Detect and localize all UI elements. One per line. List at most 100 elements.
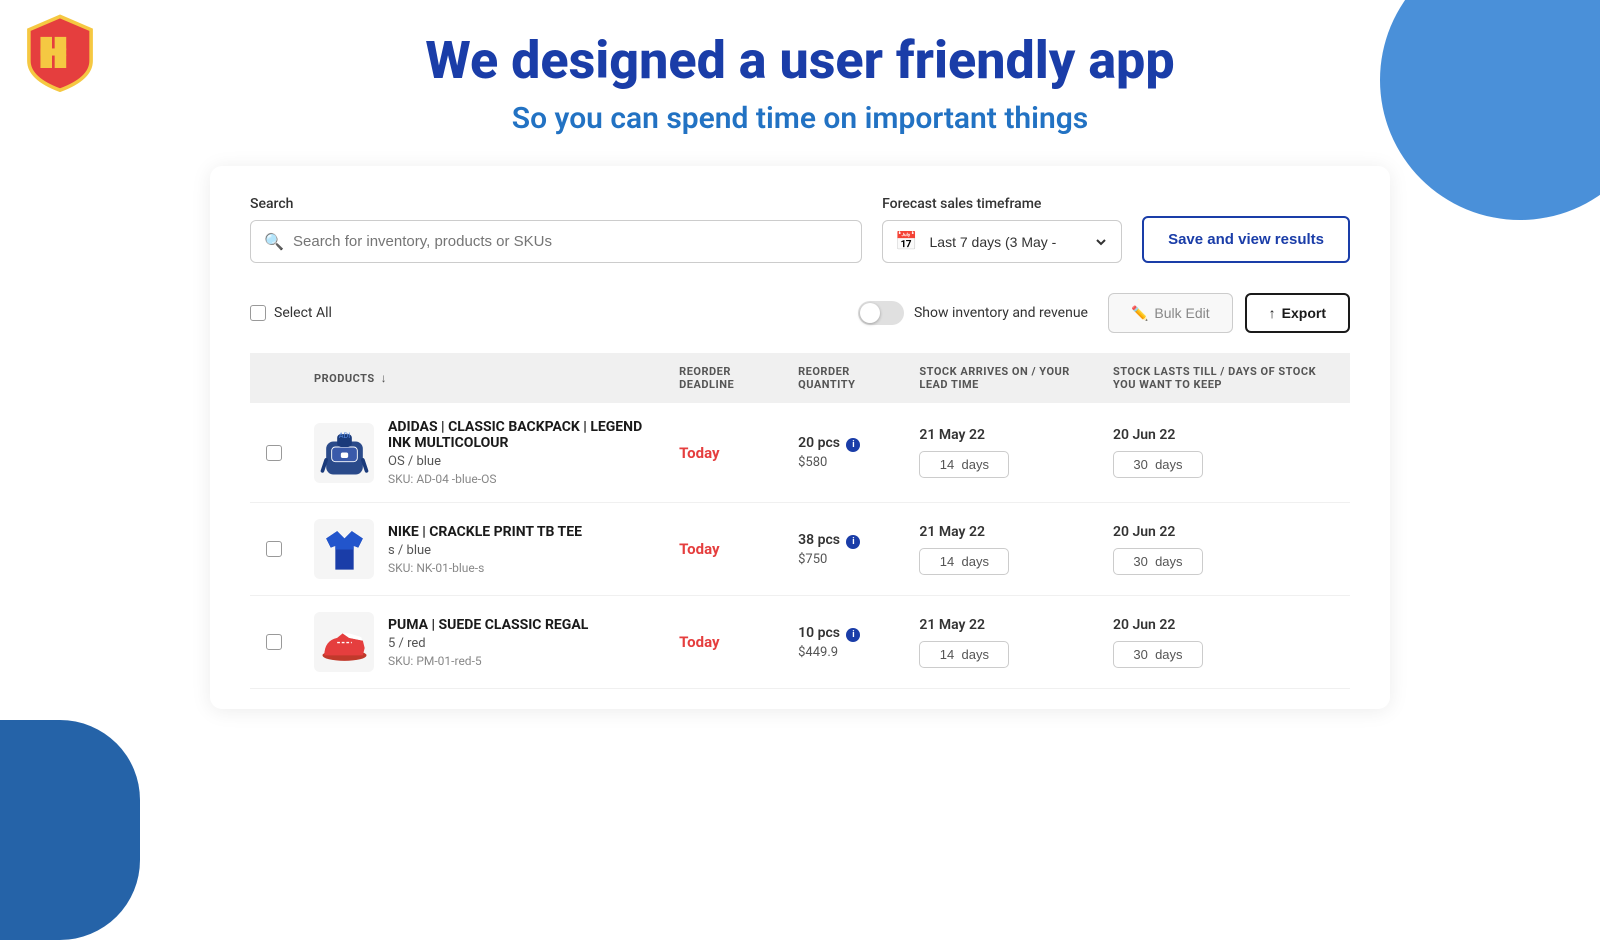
sub-title: So you can spend time on important thing… bbox=[0, 101, 1600, 136]
toggle-label: Show inventory and revenue bbox=[914, 305, 1088, 321]
forecast-label: Forecast sales timeframe bbox=[882, 196, 1122, 212]
qty-value-2: 10 pcs i bbox=[798, 625, 887, 642]
search-input[interactable] bbox=[250, 220, 862, 263]
qty-value-0: 20 pcs i bbox=[798, 435, 887, 452]
select-all-label: Select All bbox=[274, 305, 332, 321]
th-checkbox bbox=[250, 353, 298, 403]
lasts-date-1: 20 Jun 22 bbox=[1113, 524, 1334, 540]
lasts-date-2: 20 Jun 22 bbox=[1113, 617, 1334, 633]
quantity-cell-1: 38 pcs i $750 bbox=[782, 503, 903, 596]
qty-value-1: 38 pcs i bbox=[798, 532, 887, 549]
product-variant-2: 5 / red bbox=[388, 636, 588, 651]
table-row: NIKE | CRACKLE PRINT TB TEE s / blue SKU… bbox=[250, 503, 1350, 596]
qty-price-2: $449.9 bbox=[798, 645, 887, 660]
product-info-1: NIKE | CRACKLE PRINT TB TEE s / blue SKU… bbox=[388, 524, 582, 575]
product-cell-1: NIKE | CRACKLE PRINT TB TEE s / blue SKU… bbox=[298, 503, 663, 596]
arrives-cell-0: 21 May 22 bbox=[903, 403, 1097, 503]
action-buttons: ✏️ Bulk Edit ↑ Export bbox=[1108, 293, 1350, 333]
row-checkbox-1[interactable] bbox=[266, 541, 282, 557]
product-sku-1: SKU: NK-01-blue-s bbox=[388, 561, 582, 575]
row-checkbox-0[interactable] bbox=[266, 445, 282, 461]
qty-info-icon-0[interactable]: i bbox=[846, 438, 860, 452]
deadline-cell-1: Today bbox=[663, 503, 782, 596]
svg-text:ADI: ADI bbox=[338, 431, 350, 440]
quantity-cell-0: 20 pcs i $580 bbox=[782, 403, 903, 503]
lasts-days-input-1[interactable] bbox=[1113, 548, 1203, 575]
export-label: Export bbox=[1282, 305, 1326, 321]
search-icon: 🔍 bbox=[264, 232, 284, 251]
table-row: PUMA | SUEDE CLASSIC REGAL 5 / red SKU: … bbox=[250, 596, 1350, 689]
arrives-cell-1: 21 May 22 bbox=[903, 503, 1097, 596]
search-input-wrapper: 🔍 bbox=[250, 220, 862, 263]
main-title: We designed a user friendly app bbox=[0, 30, 1600, 91]
th-stock-arrives: STOCK ARRIVES ON / YOUR LEAD TIME bbox=[903, 353, 1097, 403]
product-name-1: NIKE | CRACKLE PRINT TB TEE bbox=[388, 524, 582, 540]
product-info-0: ADIDAS | CLASSIC BACKPACK | LEGEND INK M… bbox=[388, 419, 647, 486]
product-cell-2: PUMA | SUEDE CLASSIC REGAL 5 / red SKU: … bbox=[298, 596, 663, 689]
product-info-2: PUMA | SUEDE CLASSIC REGAL 5 / red SKU: … bbox=[388, 617, 588, 668]
export-icon: ↑ bbox=[1269, 305, 1276, 321]
row-checkbox-cell bbox=[250, 403, 298, 503]
export-button[interactable]: ↑ Export bbox=[1245, 293, 1350, 333]
forecast-group: Forecast sales timeframe 📅 Last 7 days (… bbox=[882, 196, 1122, 263]
toggle-wrapper: Show inventory and revenue bbox=[858, 301, 1088, 325]
arrives-date-2: 21 May 22 bbox=[919, 617, 1081, 633]
th-products: PRODUCTS ↓ bbox=[298, 353, 663, 403]
products-table: PRODUCTS ↓ REORDER DEADLINE REORDER QUAN… bbox=[250, 353, 1350, 689]
lasts-cell-1: 20 Jun 22 bbox=[1097, 503, 1350, 596]
bg-decoration-arc bbox=[0, 720, 140, 940]
search-row: Search 🔍 Forecast sales timeframe 📅 Last… bbox=[250, 196, 1350, 263]
quantity-cell-2: 10 pcs i $449.9 bbox=[782, 596, 903, 689]
header-section: We designed a user friendly app So you c… bbox=[0, 0, 1600, 136]
calendar-icon: 📅 bbox=[895, 231, 917, 252]
row-checkbox-cell bbox=[250, 596, 298, 689]
save-view-results-button[interactable]: Save and view results bbox=[1142, 216, 1350, 264]
product-image-0: ADI bbox=[314, 423, 374, 483]
sort-icon: ↓ bbox=[381, 371, 388, 385]
select-all-wrapper: Select All bbox=[250, 305, 332, 321]
th-reorder-deadline: REORDER DEADLINE bbox=[663, 353, 782, 403]
lasts-days-input-0[interactable] bbox=[1113, 451, 1203, 478]
arrives-date-1: 21 May 22 bbox=[919, 524, 1081, 540]
lasts-days-input-2[interactable] bbox=[1113, 641, 1203, 668]
content-card: Search 🔍 Forecast sales timeframe 📅 Last… bbox=[210, 166, 1390, 709]
product-sku-2: SKU: PM-01-red-5 bbox=[388, 654, 588, 668]
bulk-edit-label: Bulk Edit bbox=[1154, 305, 1209, 321]
product-variant-0: OS / blue bbox=[388, 454, 647, 469]
product-name-0: ADIDAS | CLASSIC BACKPACK | LEGEND INK M… bbox=[388, 419, 647, 451]
table-body: ADI ADIDAS | CLASSIC BACKPACK | LEGEND I… bbox=[250, 403, 1350, 689]
qty-info-icon-2[interactable]: i bbox=[846, 628, 860, 642]
select-all-checkbox[interactable] bbox=[250, 305, 266, 321]
product-cell-0: ADI ADIDAS | CLASSIC BACKPACK | LEGEND I… bbox=[298, 403, 663, 503]
lasts-date-0: 20 Jun 22 bbox=[1113, 427, 1334, 443]
forecast-select-wrapper: 📅 Last 7 days (3 May - Last 14 days Last… bbox=[882, 220, 1122, 263]
deadline-cell-2: Today bbox=[663, 596, 782, 689]
inventory-toggle[interactable] bbox=[858, 301, 904, 325]
qty-price-1: $750 bbox=[798, 552, 887, 567]
logo bbox=[20, 12, 100, 92]
product-image-1 bbox=[314, 519, 374, 579]
product-name-2: PUMA | SUEDE CLASSIC REGAL bbox=[388, 617, 588, 633]
arrives-date-0: 21 May 22 bbox=[919, 427, 1081, 443]
qty-info-icon-1[interactable]: i bbox=[846, 535, 860, 549]
th-reorder-quantity: REORDER QUANTITY bbox=[782, 353, 903, 403]
th-products-label: PRODUCTS bbox=[314, 372, 375, 385]
row-checkbox-cell bbox=[250, 503, 298, 596]
arrives-cell-2: 21 May 22 bbox=[903, 596, 1097, 689]
toggle-thumb bbox=[860, 303, 880, 323]
deadline-cell-0: Today bbox=[663, 403, 782, 503]
arrives-days-input-1[interactable] bbox=[919, 548, 1009, 575]
arrives-days-input-0[interactable] bbox=[919, 451, 1009, 478]
search-label: Search bbox=[250, 196, 862, 212]
th-stock-lasts: STOCK LASTS TILL / DAYS OF STOCK YOU WAN… bbox=[1097, 353, 1350, 403]
forecast-select[interactable]: Last 7 days (3 May - Last 14 days Last 3… bbox=[926, 233, 1110, 251]
row-checkbox-2[interactable] bbox=[266, 634, 282, 650]
product-variant-1: s / blue bbox=[388, 543, 582, 558]
table-header: PRODUCTS ↓ REORDER DEADLINE REORDER QUAN… bbox=[250, 353, 1350, 403]
lasts-cell-2: 20 Jun 22 bbox=[1097, 596, 1350, 689]
search-group: Search 🔍 bbox=[250, 196, 862, 263]
pencil-icon: ✏️ bbox=[1131, 305, 1148, 322]
bulk-edit-button[interactable]: ✏️ Bulk Edit bbox=[1108, 293, 1233, 333]
product-sku-0: SKU: AD-04 -blue-OS bbox=[388, 472, 647, 486]
arrives-days-input-2[interactable] bbox=[919, 641, 1009, 668]
